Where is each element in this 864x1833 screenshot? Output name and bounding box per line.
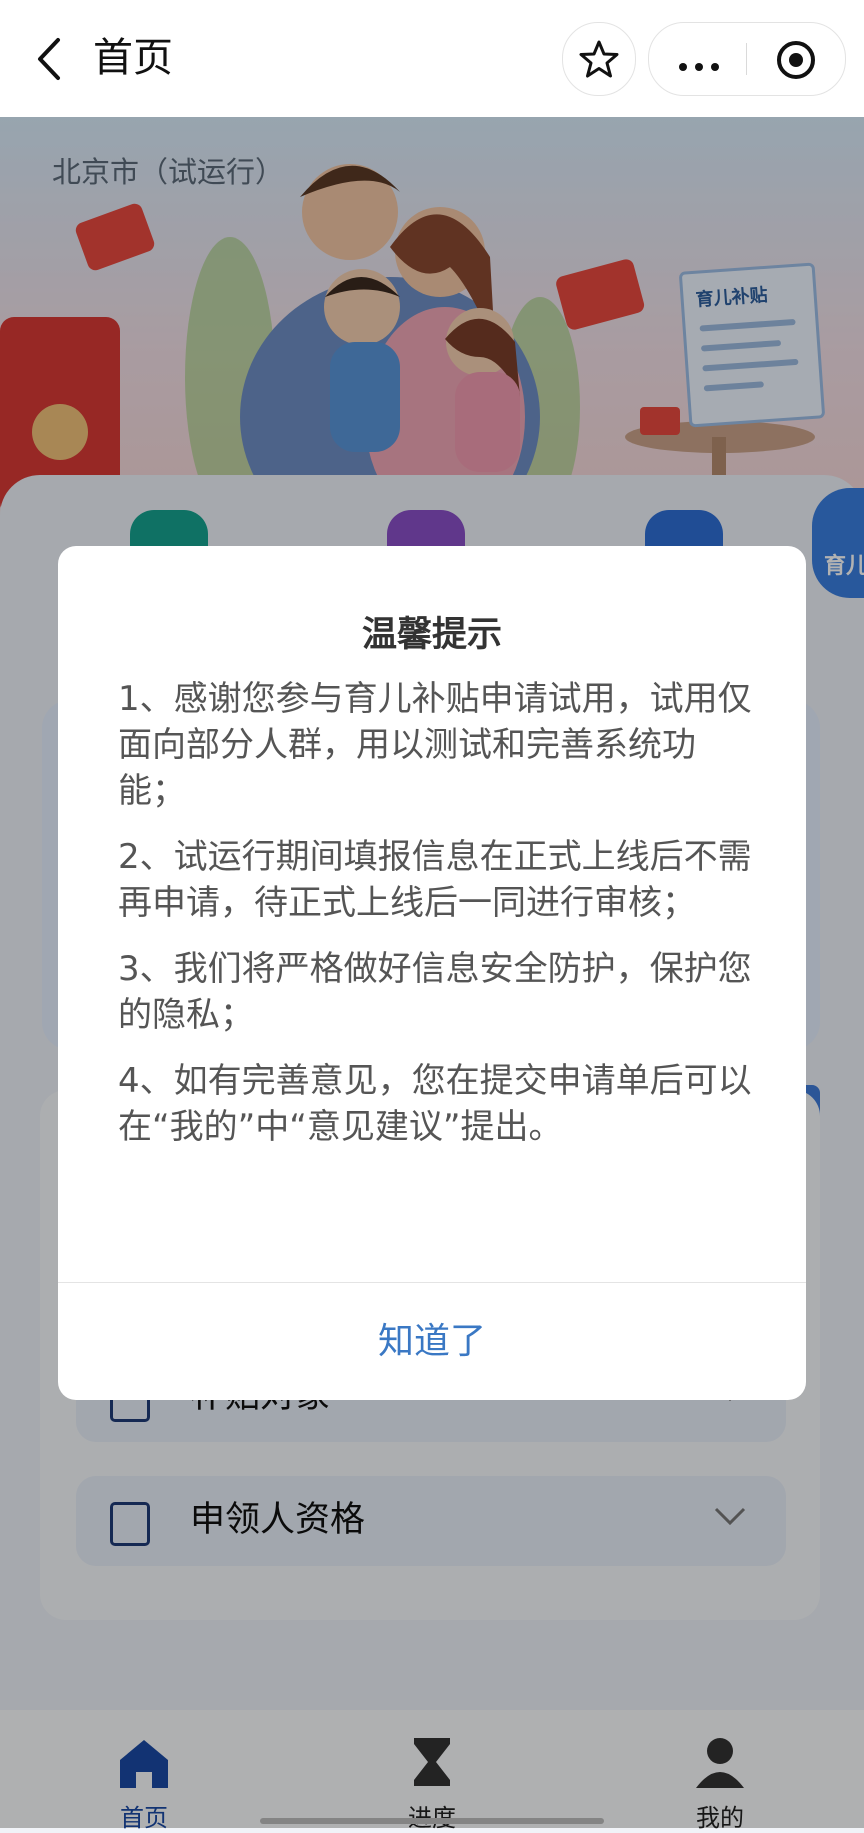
favorite-button[interactable] [562, 22, 636, 96]
confirm-button[interactable]: 知道了 [58, 1283, 806, 1400]
top-nav-bar: 首页 [0, 0, 864, 117]
close-mini-program-icon[interactable] [775, 39, 817, 81]
mini-program-capsule [648, 22, 846, 96]
notice-item-2: 2、试运行期间填报信息在正式上线后不需再申请，待正式上线后一同进行审核； [118, 837, 752, 923]
star-icon [579, 40, 619, 78]
notice-item-3: 3、我们将严格做好信息安全防护，保护您的隐私； [118, 949, 752, 1035]
notice-item-4: 4、如有完善意见，您在提交申请单后可以在“我的”中“意见建议”提出。 [118, 1061, 752, 1147]
back-arrow-icon[interactable] [30, 34, 70, 84]
more-options-icon[interactable] [679, 56, 727, 75]
capsule-divider [746, 43, 747, 75]
notice-item-1: 1、感谢您参与育儿补贴申请试用，试用仅面向部分人群，用以测试和完善系统功能； [118, 679, 752, 811]
dialog-body: 1、感谢您参与育儿补贴申请试用，试用仅面向部分人群，用以测试和完善系统功能； 2… [118, 676, 758, 1170]
notice-dialog: 温馨提示 1、感谢您参与育儿补贴申请试用，试用仅面向部分人群，用以测试和完善系统… [58, 546, 806, 1400]
dialog-title: 温馨提示 [361, 615, 502, 655]
page-title: 首页 [93, 35, 173, 81]
